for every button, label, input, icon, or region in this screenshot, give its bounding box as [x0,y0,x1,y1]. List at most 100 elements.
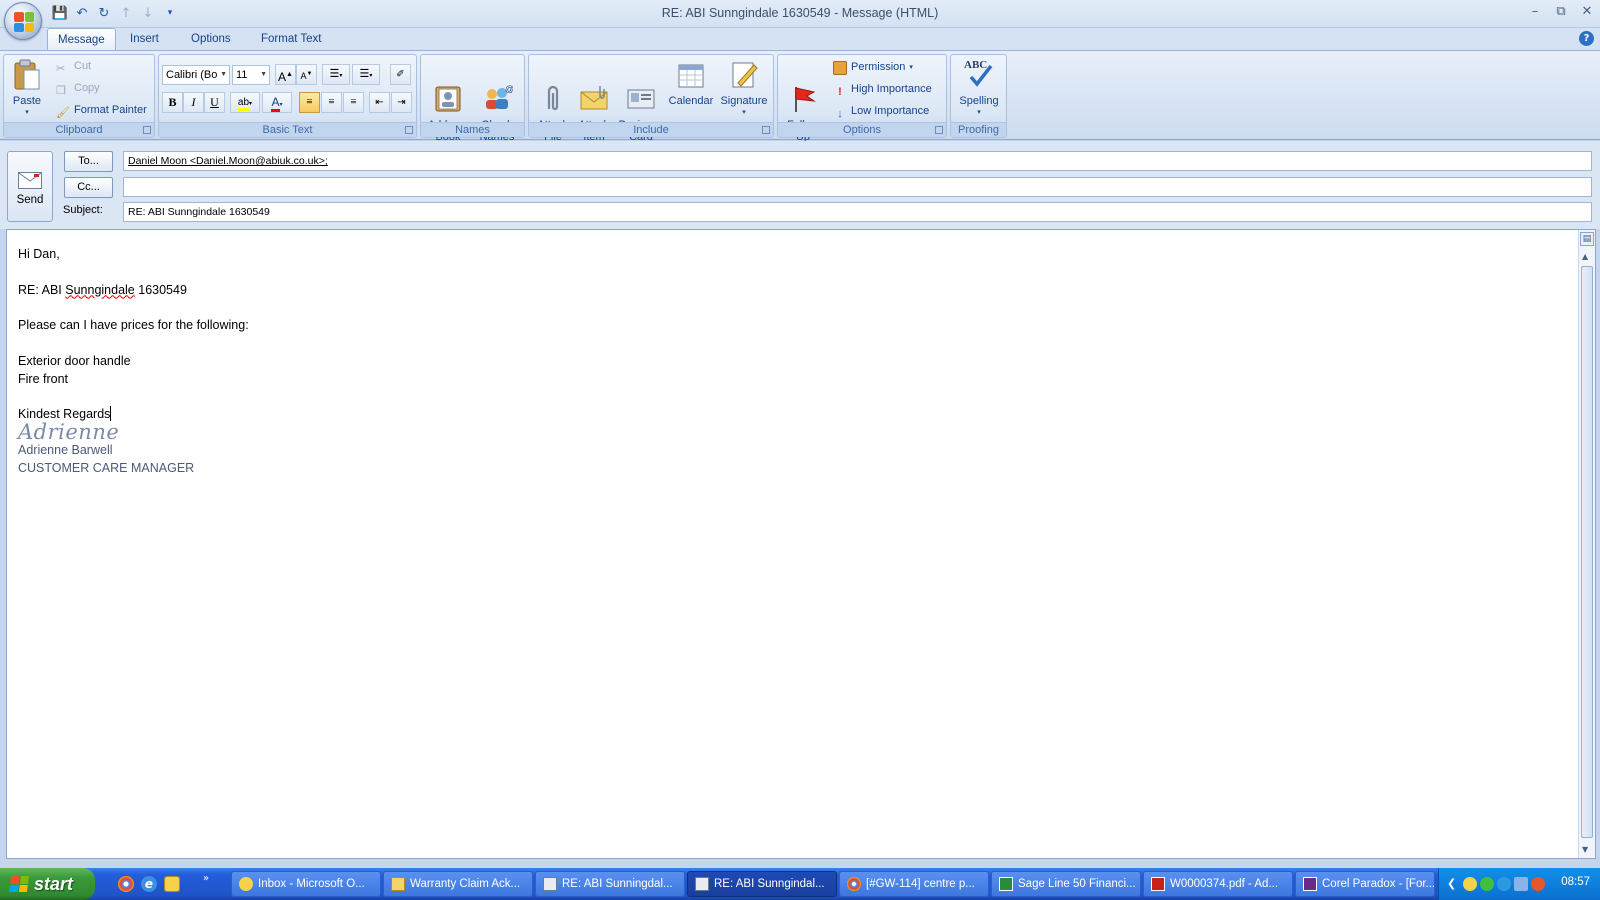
copy-button[interactable]: ❐ Copy [56,79,100,98]
maximize-icon[interactable]: ⧉ [1554,4,1568,19]
font-size-value: 11 [236,69,248,81]
permission-button[interactable]: Permission ▾ [833,58,913,77]
tray-icons [1463,877,1545,891]
font-color-icon: A [271,95,280,112]
update-tray-icon[interactable] [1531,877,1545,891]
to-button[interactable]: To... [64,151,113,172]
tray-expand-icon[interactable]: ❮ [1447,877,1456,890]
include-launcher-icon[interactable] [762,126,770,134]
shrink-font-button[interactable]: A▼ [296,64,317,85]
envelope-icon [391,877,405,891]
to-recipient[interactable]: Daniel Moon <Daniel.Moon@abiuk.co.uk>; [128,155,328,167]
names-group-label: Names [421,122,524,137]
clipboard-group: Paste ▾ ✂ Cut ❐ Copy 🖌 Format Painter Cl… [3,54,155,138]
office-button[interactable] [4,2,42,40]
taskbar-item-re-abi-sunningdale[interactable]: RE: ABI Sunningdal... [535,871,685,897]
scroll-down-icon[interactable]: ▼ [1582,845,1588,854]
start-button[interactable]: start [0,868,95,900]
tab-insert[interactable]: Insert [120,28,169,50]
tab-format-text[interactable]: Format Text [251,28,332,50]
decrease-indent-button[interactable]: ⇤ [369,92,390,113]
misspelled-word[interactable]: Sunngindale [65,283,135,297]
reference-line: RE: ABI Sunngindale 1630549 [18,282,249,300]
underline-button[interactable]: U [204,92,225,113]
font-size-combo[interactable]: 11 ▼ [232,65,270,85]
taskbar-item-gw-114[interactable]: [#GW-114] centre p... [839,871,989,897]
to-field[interactable]: Daniel Moon <Daniel.Moon@abiuk.co.uk>; [123,151,1592,171]
exclamation-icon: ! [838,85,842,98]
network-tray-icon[interactable] [1497,877,1511,891]
taskbar-item-corel-paradox[interactable]: Corel Paradox - [For... [1295,871,1435,897]
grow-font-button[interactable]: A▲ [275,64,296,85]
font-name-combo[interactable]: Calibri (Bo ▼ [162,65,230,85]
close-icon[interactable]: ✕ [1580,4,1594,19]
signature-button[interactable]: Signature ▾ [717,57,771,119]
message-header: Send To... Daniel Moon <Daniel.Moon@abiu… [0,141,1600,229]
display-tray-icon[interactable] [1514,877,1528,891]
low-importance-button[interactable]: ↓ Low Importance [833,102,929,121]
clear-formatting-icon: ✐ [396,69,405,80]
vertical-scrollbar[interactable]: ▤ ▲ ▼ [1578,230,1595,858]
spelling-button[interactable]: ABC Spelling ▾ [953,57,1005,119]
tab-message[interactable]: Message [47,28,116,50]
taskbar-item-inbox[interactable]: Inbox - Microsoft O... [231,871,381,897]
cc-button[interactable]: Cc... [64,177,113,198]
paste-dropdown-icon[interactable]: ▾ [8,107,46,119]
clipboard-group-label: Clipboard [4,122,154,137]
paste-label: Paste [12,95,42,107]
chrome-icon[interactable] [118,876,134,892]
message-body[interactable]: Hi Dan, RE: ABI Sunngindale 1630549 Plea… [6,229,1596,859]
taskbar-item-pdf[interactable]: W0000374.pdf - Ad... [1143,871,1293,897]
options-launcher-icon[interactable] [935,126,943,134]
scrollbar-thumb[interactable] [1581,266,1593,838]
paperclip-icon [537,71,569,111]
taskbar-item-label: Corel Paradox - [For... [1322,878,1435,890]
clock[interactable]: 08:57 [1561,876,1590,888]
taskbar-item-label: RE: ABI Sunningdal... [562,878,673,890]
increase-indent-button[interactable]: ⇥ [391,92,412,113]
calendar-button[interactable]: Calendar [666,57,716,107]
help-icon[interactable]: ? [1579,31,1594,46]
format-painter-button[interactable]: 🖌 Format Painter [56,101,147,120]
highlight-button[interactable]: ab▾ [230,92,260,113]
paste-icon [11,59,43,91]
outlook-icon[interactable] [164,876,180,892]
minimize-icon[interactable]: – [1528,4,1542,19]
high-importance-button[interactable]: ! High Importance [833,80,932,99]
taskbar-item-re-abi-sunngindale[interactable]: RE: ABI Sunngindal... [687,871,837,897]
font-color-button[interactable]: A▾ [262,92,292,113]
ruler-toggle-icon[interactable]: ▤ [1580,232,1594,246]
message-body-text[interactable]: Hi Dan, RE: ABI Sunngindale 1630549 Plea… [18,246,249,477]
chevron-down-icon: ▾ [249,101,253,107]
scroll-up-icon[interactable]: ▲ [1582,252,1588,261]
cc-field[interactable] [123,177,1592,197]
proofing-group: ABC Spelling ▾ Proofing [950,54,1007,138]
clear-formatting-button[interactable]: ✐ [390,64,411,85]
bullets-button[interactable]: ☰▾ [322,64,350,85]
taskbar-item-warranty[interactable]: Warranty Claim Ack... [383,871,533,897]
clipboard-launcher-icon[interactable] [143,126,151,134]
svg-text:@: @ [505,84,513,94]
outlook-tray-icon[interactable] [1463,877,1477,891]
include-group: Attach File Attach Item Business Card ▾ … [528,54,774,154]
italic-button[interactable]: I [183,92,204,113]
align-right-button[interactable]: ≡ [343,92,364,113]
taskbar-item-sage[interactable]: Sage Line 50 Financi... [991,871,1141,897]
internet-explorer-icon[interactable]: e [141,876,157,892]
basic-text-launcher-icon[interactable] [405,126,413,134]
bold-button[interactable]: B [162,92,183,113]
spelling-label: Spelling [959,95,999,107]
tab-options[interactable]: Options [181,28,241,50]
signature-script: Adrienne [18,419,120,444]
cut-button[interactable]: ✂ Cut [56,57,91,76]
numbering-button[interactable]: ☰▾ [352,64,380,85]
quick-launch-more-icon[interactable]: » [203,873,209,884]
security-tray-icon[interactable] [1480,877,1494,891]
align-center-button[interactable]: ≡ [321,92,342,113]
subject-field[interactable]: RE: ABI Sunngindale 1630549 [123,202,1592,222]
chevron-down-icon: ▼ [220,71,227,78]
paste-button[interactable]: Paste ▾ [8,57,46,119]
send-button[interactable]: Send [7,151,53,222]
align-left-button[interactable]: ≡ [299,92,320,113]
chevron-down-icon: ▾ [339,73,343,79]
